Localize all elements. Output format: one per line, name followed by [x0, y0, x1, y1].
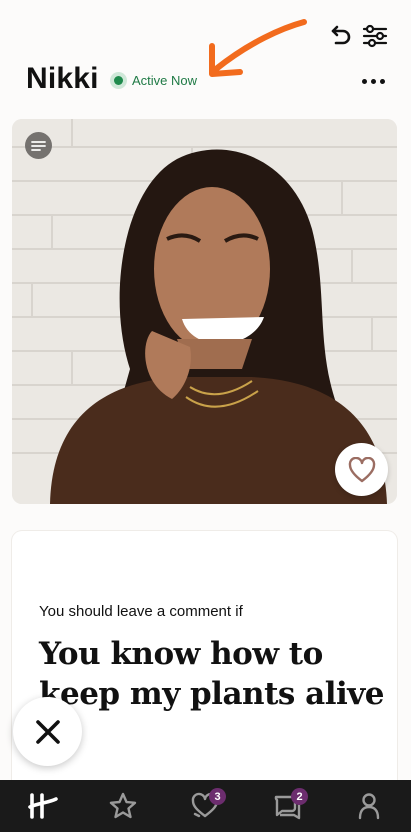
- like-photo-button[interactable]: [335, 443, 388, 496]
- bottom-tab-bar: 3 2: [0, 780, 411, 832]
- prompt-answer: You know how to keep my plants alive: [39, 636, 385, 712]
- active-status: Active Now: [110, 72, 197, 89]
- tab-matches[interactable]: 2: [257, 780, 317, 832]
- tab-home[interactable]: [13, 780, 73, 832]
- prompt-badge-icon: [25, 132, 52, 159]
- annotation-arrow-icon: [209, 19, 307, 77]
- person-icon: [358, 793, 380, 820]
- undo-icon[interactable]: [327, 24, 353, 50]
- profile-name: Nikki: [26, 62, 99, 95]
- profile-photo: [12, 119, 397, 504]
- filter-settings-icon[interactable]: [361, 22, 389, 50]
- active-dot-icon: [110, 72, 127, 89]
- more-options-button[interactable]: [362, 72, 388, 90]
- top-bar: Nikki Active Now: [0, 0, 411, 110]
- more-dot-icon: [380, 78, 385, 84]
- heart-icon: [348, 456, 375, 482]
- tab-standouts[interactable]: [93, 780, 153, 832]
- hinge-logo-icon: [28, 793, 58, 819]
- likes-badge: 3: [209, 788, 226, 805]
- close-icon: [35, 719, 60, 744]
- prompt-question: You should leave a comment if: [39, 603, 243, 620]
- tab-profile[interactable]: [339, 780, 399, 832]
- tab-likes[interactable]: 3: [175, 780, 235, 832]
- profile-photo-card[interactable]: [12, 119, 397, 504]
- lines-icon: [31, 140, 46, 151]
- matches-badge: 2: [291, 788, 308, 805]
- active-status-label: Active Now: [132, 73, 198, 88]
- more-dot-icon: [371, 78, 376, 84]
- more-dot-icon: [362, 78, 367, 84]
- skip-button[interactable]: [13, 697, 82, 766]
- star-icon: [109, 792, 137, 819]
